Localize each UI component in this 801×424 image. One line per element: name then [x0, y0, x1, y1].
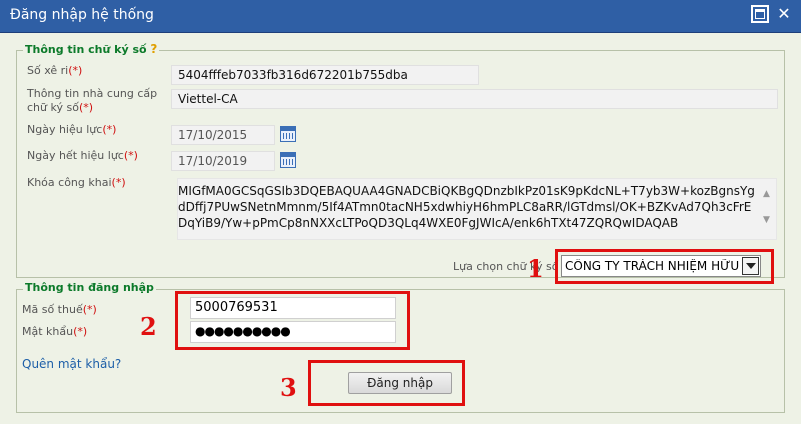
- valid-from-value: 17/10/2015: [178, 128, 248, 142]
- valid-from-label: Ngày hiệu lực(*): [27, 123, 117, 136]
- login-legend: Thông tin đăng nhập: [23, 281, 156, 294]
- password-label: Mật khẩu(*): [22, 325, 88, 338]
- step-number-3: 3: [280, 373, 297, 402]
- scroll-up-icon[interactable]: ▲: [763, 189, 770, 199]
- serial-label: Số xê ri(*): [27, 64, 83, 77]
- signature-legend: Thông tin chữ ký số ?: [23, 42, 160, 56]
- close-icon[interactable]: ✕: [775, 5, 793, 23]
- help-icon[interactable]: ?: [150, 42, 157, 56]
- calendar-icon[interactable]: [280, 126, 296, 142]
- public-key-box[interactable]: MIGfMA0GCSqGSIb3DQEBAQUAA4GNADCBiQKBgQDn…: [177, 178, 777, 240]
- scroll-down-icon[interactable]: ▼: [763, 215, 770, 225]
- highlight-box-1: [555, 249, 774, 284]
- provider-field: [171, 89, 778, 109]
- valid-to-value: 17/10/2019: [178, 154, 248, 168]
- public-key-scrollbar[interactable]: ▲ ▼: [760, 179, 776, 239]
- public-key-value: MIGfMA0GCSqGSIb3DQEBAQUAA4GNADCBiQKBgQDn…: [178, 184, 755, 230]
- dialog-body: Thông tin chữ ký số ? Số xê ri(*) 5404ff…: [0, 33, 801, 424]
- provider-value: Viettel-CA: [178, 92, 238, 106]
- tax-code-label: Mã số thuế(*): [22, 303, 97, 316]
- window-title: Đăng nhập hệ thống: [10, 7, 154, 23]
- title-bar: Đăng nhập hệ thống ✕: [0, 0, 801, 33]
- provider-label: Thông tin nhà cung cấp chữ ký số(*): [27, 87, 158, 114]
- highlight-box-2: [175, 291, 410, 350]
- valid-to-label: Ngày hết hiệu lực(*): [27, 149, 138, 162]
- forgot-password-link[interactable]: Quên mật khẩu?: [22, 357, 121, 371]
- public-key-label: Khóa công khai(*): [27, 176, 126, 189]
- serial-value: 5404fffeb7033fb316d672201b755dba: [178, 68, 408, 82]
- step-number-1: 1: [527, 254, 544, 283]
- calendar-icon[interactable]: [280, 152, 296, 168]
- highlight-box-3: [308, 360, 465, 406]
- step-number-2: 2: [140, 312, 157, 341]
- maximize-icon[interactable]: [751, 5, 769, 23]
